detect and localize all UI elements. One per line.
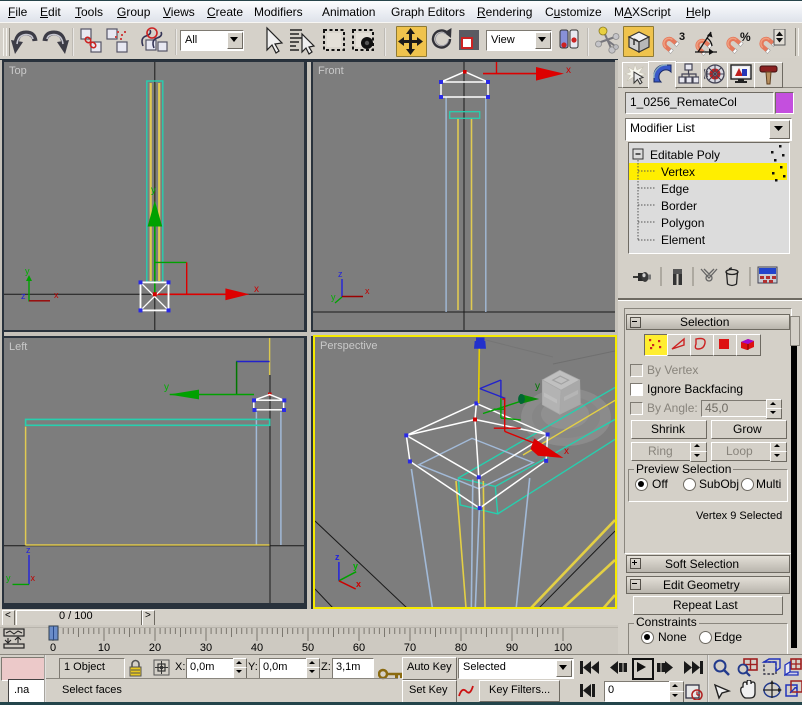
svg-text:20: 20 — [149, 642, 161, 654]
svg-text:z: z — [21, 291, 26, 301]
svg-text:%: % — [740, 30, 751, 44]
svg-text:x: x — [254, 284, 259, 295]
svg-text:z: z — [338, 269, 343, 279]
svg-text:3: 3 — [679, 31, 685, 43]
svg-text:x: x — [564, 446, 569, 457]
svg-text:100: 100 — [554, 642, 572, 654]
svg-text:10: 10 — [98, 642, 110, 654]
svg-text:Element: Element — [661, 233, 706, 247]
svg-text:x: x — [356, 579, 361, 589]
svg-text:y: y — [25, 266, 30, 276]
svg-text:30: 30 — [200, 642, 212, 654]
svg-text:60: 60 — [353, 642, 365, 654]
svg-text:x: x — [566, 65, 571, 76]
svg-text:z: z — [26, 545, 31, 555]
svg-text:Border: Border — [661, 199, 697, 213]
svg-text:x: x — [365, 286, 370, 296]
svg-text:40: 40 — [251, 642, 263, 654]
svg-text:0: 0 — [50, 642, 56, 654]
svg-text:50: 50 — [302, 642, 314, 654]
svg-text:y: y — [164, 382, 169, 393]
svg-text:Editable Poly: Editable Poly — [650, 148, 720, 162]
svg-text:x: x — [54, 290, 59, 300]
svg-text:Polygon: Polygon — [661, 216, 704, 230]
svg-text:y: y — [353, 561, 358, 571]
svg-text:y: y — [331, 292, 336, 302]
svg-text:Edge: Edge — [661, 182, 689, 196]
svg-text:y: y — [151, 185, 156, 196]
svg-text:80: 80 — [455, 642, 467, 654]
svg-text:x: x — [31, 573, 36, 583]
svg-text:z: z — [335, 552, 340, 562]
svg-text:70: 70 — [404, 642, 416, 654]
svg-text:y: y — [535, 381, 540, 392]
svg-text:y: y — [6, 573, 11, 583]
svg-text:Vertex: Vertex — [661, 165, 695, 179]
svg-text:90: 90 — [506, 642, 518, 654]
